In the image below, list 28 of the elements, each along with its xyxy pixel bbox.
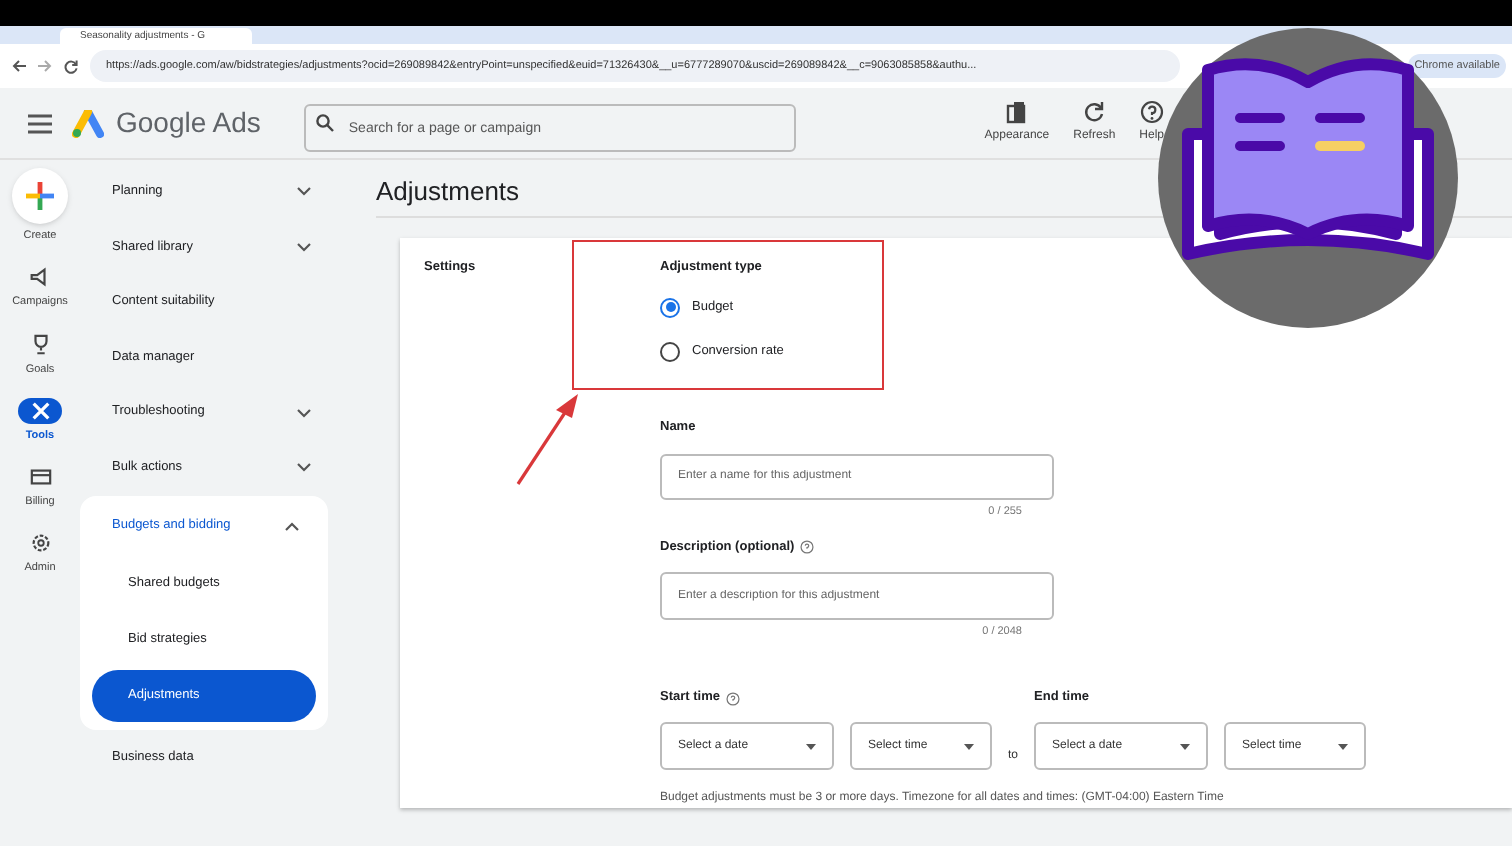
logo-icon (72, 109, 104, 137)
help-icon[interactable] (725, 691, 740, 706)
back-arrow-icon[interactable] (12, 60, 26, 72)
chevron-icon (296, 186, 312, 197)
dropdown-caret-icon (1338, 743, 1349, 749)
menu-icon[interactable] (28, 113, 52, 133)
dropdown-caret-icon (806, 743, 816, 749)
billing-icon (29, 466, 51, 488)
help-icon (1139, 100, 1164, 124)
reload-icon[interactable] (64, 59, 78, 73)
chevron-icon (284, 521, 300, 532)
search-icon (316, 114, 335, 132)
campaigns-icon (28, 266, 51, 289)
dropdown-caret-icon (964, 743, 974, 749)
arrow-drawing (512, 392, 584, 488)
appearance-icon (1004, 100, 1029, 124)
radio-button[interactable] (660, 297, 680, 318)
page-title: Adjustments (376, 174, 522, 210)
chevron-icon (296, 241, 312, 252)
dropdown-caret-icon (1180, 743, 1191, 749)
radio-button[interactable] (660, 341, 680, 362)
chevron-icon (296, 407, 312, 418)
goals-icon (29, 333, 51, 355)
chevron-icon (296, 462, 312, 473)
help-icon[interactable] (800, 539, 815, 554)
product-name: Google Ads (116, 104, 261, 142)
plus-icon (26, 182, 54, 210)
refresh-icon (1082, 100, 1107, 124)
